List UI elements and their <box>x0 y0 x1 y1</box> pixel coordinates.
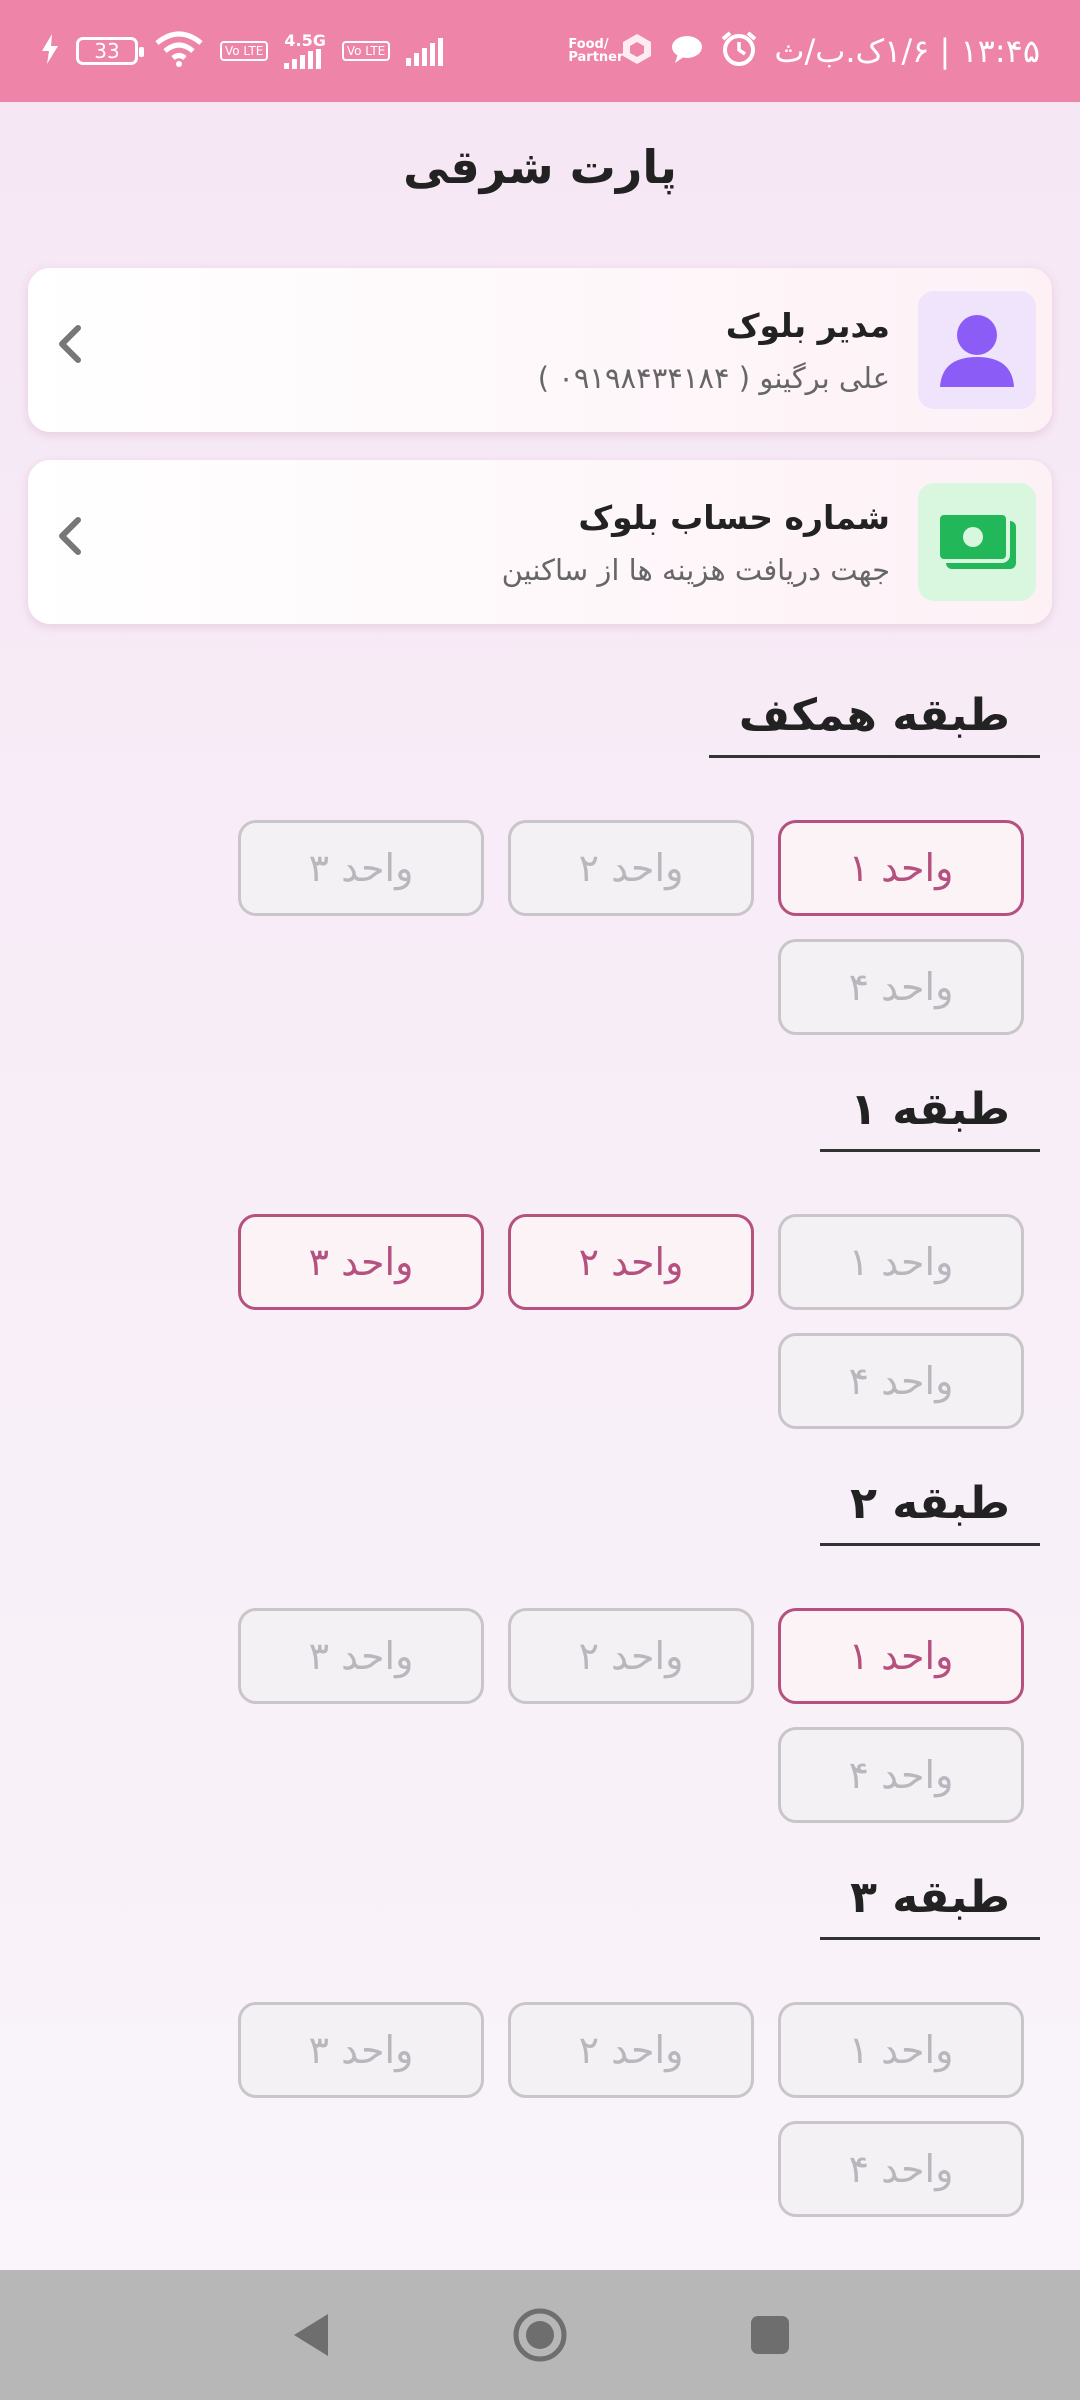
floor-title-3: طبقه ۳ <box>820 1872 1040 1940</box>
alarm-icon <box>720 30 758 72</box>
unit-button[interactable]: واحد ۳ <box>238 1608 484 1704</box>
block-account-card[interactable]: شماره حساب بلوک جهت دریافت هزینه ها از س… <box>28 460 1052 624</box>
floor-title-2: طبقه ۲ <box>820 1478 1040 1546</box>
card-title: شماره حساب بلوک <box>578 497 890 537</box>
hexagon-icon <box>620 32 654 70</box>
unit-button[interactable]: واحد ۲ <box>508 1608 754 1704</box>
unit-button[interactable]: واحد ۴ <box>778 2121 1024 2217</box>
food-partner-icon: Food/ Partner <box>568 37 624 65</box>
floor-title-1: طبقه ۱ <box>820 1084 1040 1152</box>
unit-button[interactable]: واحد ۴ <box>778 939 1024 1035</box>
home-button[interactable] <box>510 2305 570 2365</box>
volte-badge: Vo LTE <box>220 41 269 61</box>
clock: ۱۳:۴۵ | ۱/۶ک.ب/ث <box>774 32 1040 70</box>
recents-button[interactable] <box>740 2305 800 2365</box>
unit-button[interactable]: واحد ۴ <box>778 1333 1024 1429</box>
unit-button[interactable]: واحد ۱ <box>778 1608 1024 1704</box>
unit-button[interactable]: واحد ۳ <box>238 2002 484 2098</box>
card-text: مدیر بلوک علی برگینو ( ۰۹۱۹۸۴۳۴۱۸۴ ) <box>112 306 918 395</box>
unit-button[interactable]: واحد ۱ <box>778 820 1024 916</box>
signal-icon-2 <box>406 36 444 66</box>
floor-title-ground: طبقه همکف <box>708 690 1040 758</box>
status-bar: 33 Vo LTE 4.5G Vo LTE Food/ Partner ۱۳:۴… <box>0 0 1080 102</box>
card-subtitle: علی برگینو ( ۰۹۱۹۸۴۳۴۱۸۴ ) <box>537 360 890 395</box>
card-title: مدیر بلوک <box>725 305 890 345</box>
unit-button[interactable]: واحد ۲ <box>508 1214 754 1310</box>
unit-button[interactable]: واحد ۱ <box>778 2002 1024 2098</box>
wifi-icon <box>154 31 204 71</box>
battery-icon: 33 <box>76 37 144 65</box>
unit-button[interactable]: واحد ۱ <box>778 1214 1024 1310</box>
navigation-bar <box>0 2270 1080 2400</box>
unit-button[interactable]: واحد ۲ <box>508 820 754 916</box>
status-left: 33 Vo LTE 4.5G Vo LTE <box>40 31 444 71</box>
person-icon <box>918 291 1036 409</box>
chat-icon <box>670 34 704 68</box>
card-subtitle: جهت دریافت هزینه ها از ساکنین <box>501 552 890 587</box>
network-type: 4.5G <box>284 31 326 50</box>
unit-button[interactable]: واحد ۲ <box>508 2002 754 2098</box>
status-right: Food/ Partner ۱۳:۴۵ | ۱/۶ک.ب/ث <box>568 30 1040 72</box>
unit-button[interactable]: واحد ۳ <box>238 820 484 916</box>
back-button[interactable] <box>280 2305 340 2365</box>
block-manager-card[interactable]: مدیر بلوک علی برگینو ( ۰۹۱۹۸۴۳۴۱۸۴ ) <box>28 268 1052 432</box>
signal-icon <box>284 49 322 69</box>
unit-button[interactable]: واحد ۴ <box>778 1727 1024 1823</box>
card-text: شماره حساب بلوک جهت دریافت هزینه ها از س… <box>112 498 918 587</box>
charging-icon <box>40 34 60 68</box>
money-icon <box>918 483 1036 601</box>
unit-button[interactable]: واحد ۳ <box>238 1214 484 1310</box>
volte-badge-2: Vo LTE <box>341 41 391 61</box>
chevron-left-icon <box>52 514 112 570</box>
page-title: پارت شرقی <box>403 140 677 194</box>
chevron-left-icon <box>52 322 112 378</box>
